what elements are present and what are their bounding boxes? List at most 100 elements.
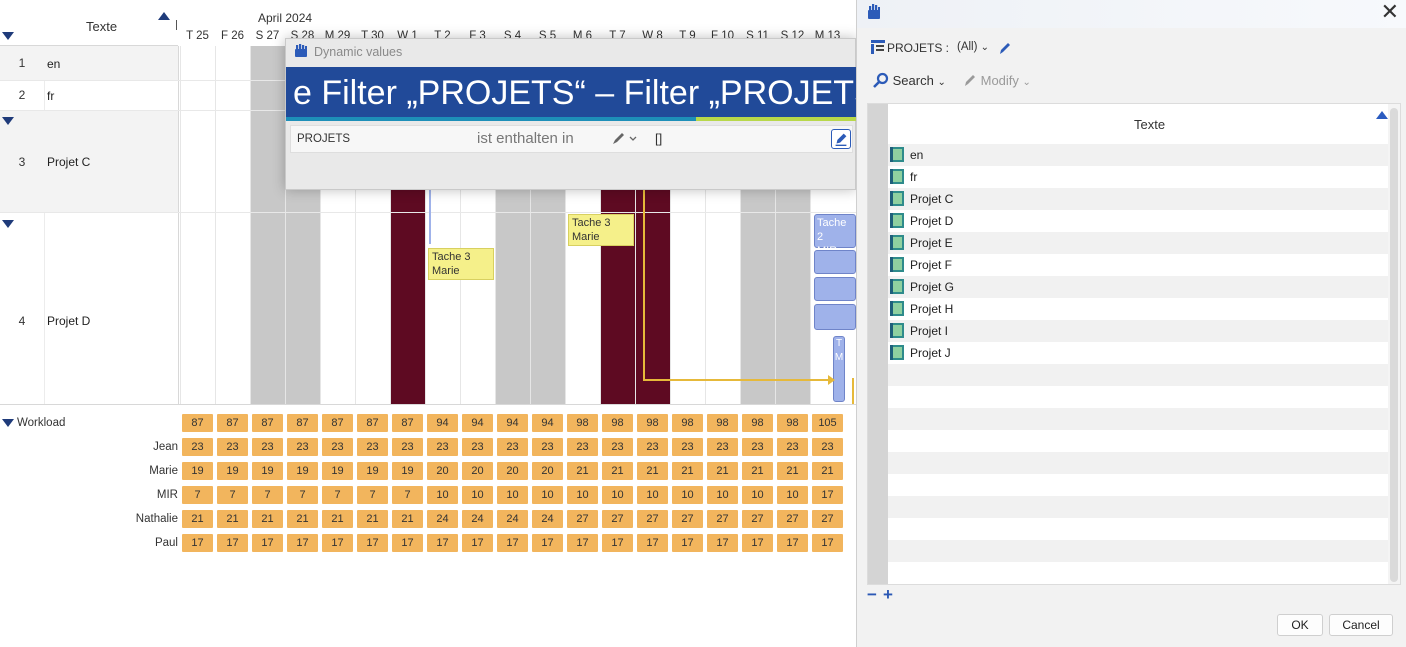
value-list[interactable]: Texte en fr Projet C Projet D Projet E Projet… xyxy=(867,103,1401,585)
workload-cell: 17 xyxy=(217,534,248,552)
task-resource: Marie xyxy=(572,231,600,243)
list-item[interactable]: Projet H xyxy=(888,298,1390,320)
task-bar[interactable]: Tache 3 Marie xyxy=(428,248,494,280)
chevron-down-icon: ⌄ xyxy=(1022,77,1031,88)
list-item[interactable] xyxy=(888,518,1390,540)
row-number: 4 xyxy=(18,314,26,328)
workload-cell: 7 xyxy=(217,486,248,504)
day-header: S 27 xyxy=(255,30,280,42)
workload-cell: 23 xyxy=(812,438,843,456)
list-item[interactable] xyxy=(888,430,1390,452)
list-item[interactable] xyxy=(888,496,1390,518)
list-item[interactable]: Projet I xyxy=(888,320,1390,342)
dependency-line xyxy=(643,379,831,381)
list-item[interactable] xyxy=(888,452,1390,474)
workload-cell: 98 xyxy=(602,414,633,432)
collapse-workload-icon[interactable] xyxy=(2,419,14,427)
list-item[interactable]: Projet G xyxy=(888,276,1390,298)
search-button[interactable]: Search ⌄ xyxy=(873,72,946,88)
workload-cell: 17 xyxy=(532,534,563,552)
gantt-row[interactable]: 4 Projet D xyxy=(0,212,856,404)
workload-cell: 17 xyxy=(812,534,843,552)
add-item-button[interactable]: + xyxy=(883,585,893,605)
projets-filter-selector[interactable]: PROJETS : xyxy=(871,40,949,57)
filter-operator[interactable]: ist enthalten in xyxy=(477,130,574,147)
list-column-header[interactable]: Texte xyxy=(1134,117,1165,132)
search-label: Search xyxy=(892,73,934,88)
workload-cell: 94 xyxy=(497,414,528,432)
remove-item-button[interactable]: − xyxy=(867,585,877,605)
filter-value[interactable]: [] xyxy=(655,131,662,146)
sort-ascending-icon[interactable] xyxy=(158,12,170,20)
pen-icon[interactable] xyxy=(997,40,1013,56)
workload-cell: 87 xyxy=(252,414,283,432)
list-item[interactable] xyxy=(888,408,1390,430)
list-item[interactable] xyxy=(888,364,1390,386)
row-number: 3 xyxy=(18,155,26,169)
workload-cell: 98 xyxy=(707,414,738,432)
pen-icon[interactable] xyxy=(611,131,639,147)
project-book-icon xyxy=(890,279,904,294)
list-item[interactable] xyxy=(888,386,1390,408)
workload-resource-label: Marie xyxy=(149,465,178,477)
list-item[interactable]: Projet C xyxy=(888,188,1390,210)
workload-cell: 10 xyxy=(742,486,773,504)
list-scrollbar[interactable] xyxy=(1388,104,1400,584)
workload-cell: 17 xyxy=(252,534,283,552)
task-bar[interactable]: Tache 2 MIR xyxy=(814,214,856,257)
column-header-texte[interactable]: Texte xyxy=(86,19,117,34)
workload-cell: 24 xyxy=(497,510,528,528)
task-subbar[interactable] xyxy=(814,277,856,301)
list-item[interactable] xyxy=(888,540,1390,562)
list-item[interactable]: Projet E xyxy=(888,232,1390,254)
workload-cell: 19 xyxy=(357,462,388,480)
workload-cell: 17 xyxy=(497,534,528,552)
task-bar[interactable]: Tache 3 Marie xyxy=(568,214,634,246)
workload-cell: 19 xyxy=(252,462,283,480)
workload-cell: 21 xyxy=(357,510,388,528)
ok-button[interactable]: OK xyxy=(1277,614,1323,636)
day-header: T 25 xyxy=(186,30,209,42)
modify-button[interactable]: Modify ⌄ xyxy=(963,72,1031,88)
task-subbar[interactable] xyxy=(814,304,856,330)
list-item[interactable]: Projet D xyxy=(888,210,1390,232)
workload-cell: 27 xyxy=(567,510,598,528)
projets-value-dropdown[interactable]: (All) ⌄ xyxy=(957,41,989,53)
workload-cell: 10 xyxy=(602,486,633,504)
project-book-icon xyxy=(890,345,904,360)
modify-label: Modify xyxy=(980,73,1019,88)
workload-cell: 17 xyxy=(357,534,388,552)
task-title: Tache 3 xyxy=(432,251,471,263)
workload-cell: 21 xyxy=(742,462,773,480)
task-resource: M xyxy=(834,352,844,363)
collapse-all-icon[interactable] xyxy=(2,32,14,40)
project-book-icon xyxy=(890,191,904,206)
list-item[interactable]: Projet F xyxy=(888,254,1390,276)
task-subbar[interactable] xyxy=(814,250,856,274)
workload-cell: 27 xyxy=(777,510,808,528)
list-item[interactable] xyxy=(888,562,1390,584)
workload-cell: 17 xyxy=(672,534,703,552)
workload-cell: 19 xyxy=(287,462,318,480)
task-bar[interactable]: T M xyxy=(833,336,845,402)
workload-cell: 23 xyxy=(567,438,598,456)
sort-ascending-icon[interactable] xyxy=(1376,111,1388,119)
list-item[interactable]: Projet J xyxy=(888,342,1390,364)
filter-condition-row[interactable]: PROJETS ist enthalten in [] xyxy=(290,125,853,153)
workload-cell: 27 xyxy=(602,510,633,528)
cancel-button[interactable]: Cancel xyxy=(1329,614,1393,636)
workload-cell: 23 xyxy=(532,438,563,456)
workload-cell: 23 xyxy=(602,438,633,456)
workload-cell: 17 xyxy=(637,534,668,552)
list-item[interactable]: en xyxy=(888,144,1390,166)
workload-cell: 24 xyxy=(462,510,493,528)
workload-cell: 7 xyxy=(182,486,213,504)
edit-value-icon[interactable] xyxy=(831,129,851,149)
project-book-icon xyxy=(890,257,904,272)
scrollbar-thumb[interactable] xyxy=(1390,108,1398,582)
workload-cell: 19 xyxy=(182,462,213,480)
list-item[interactable] xyxy=(888,474,1390,496)
list-item[interactable]: fr xyxy=(888,166,1390,188)
workload-resource-label: MIR xyxy=(156,489,178,501)
close-icon[interactable]: ✕ xyxy=(1381,1,1399,23)
